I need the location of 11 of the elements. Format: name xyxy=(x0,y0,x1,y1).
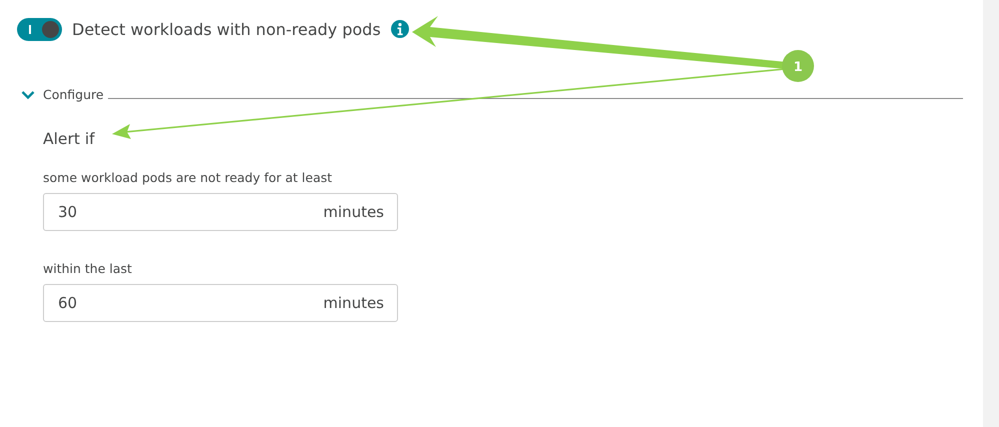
setting-label: Detect workloads with non-ready pods xyxy=(72,20,381,38)
unit-label: minutes xyxy=(323,294,384,312)
configure-toggle[interactable]: Configure xyxy=(43,87,104,102)
section-heading: Alert if xyxy=(43,130,96,148)
info-icon[interactable] xyxy=(390,20,409,38)
toggle-switch[interactable] xyxy=(17,18,62,40)
callout-badge: 1 xyxy=(782,50,814,82)
field-label: within the last xyxy=(43,261,133,276)
unit-label: minutes xyxy=(323,203,384,221)
field-label: some workload pods are not ready for at least xyxy=(43,170,334,185)
chevron-icon[interactable] xyxy=(21,90,35,100)
